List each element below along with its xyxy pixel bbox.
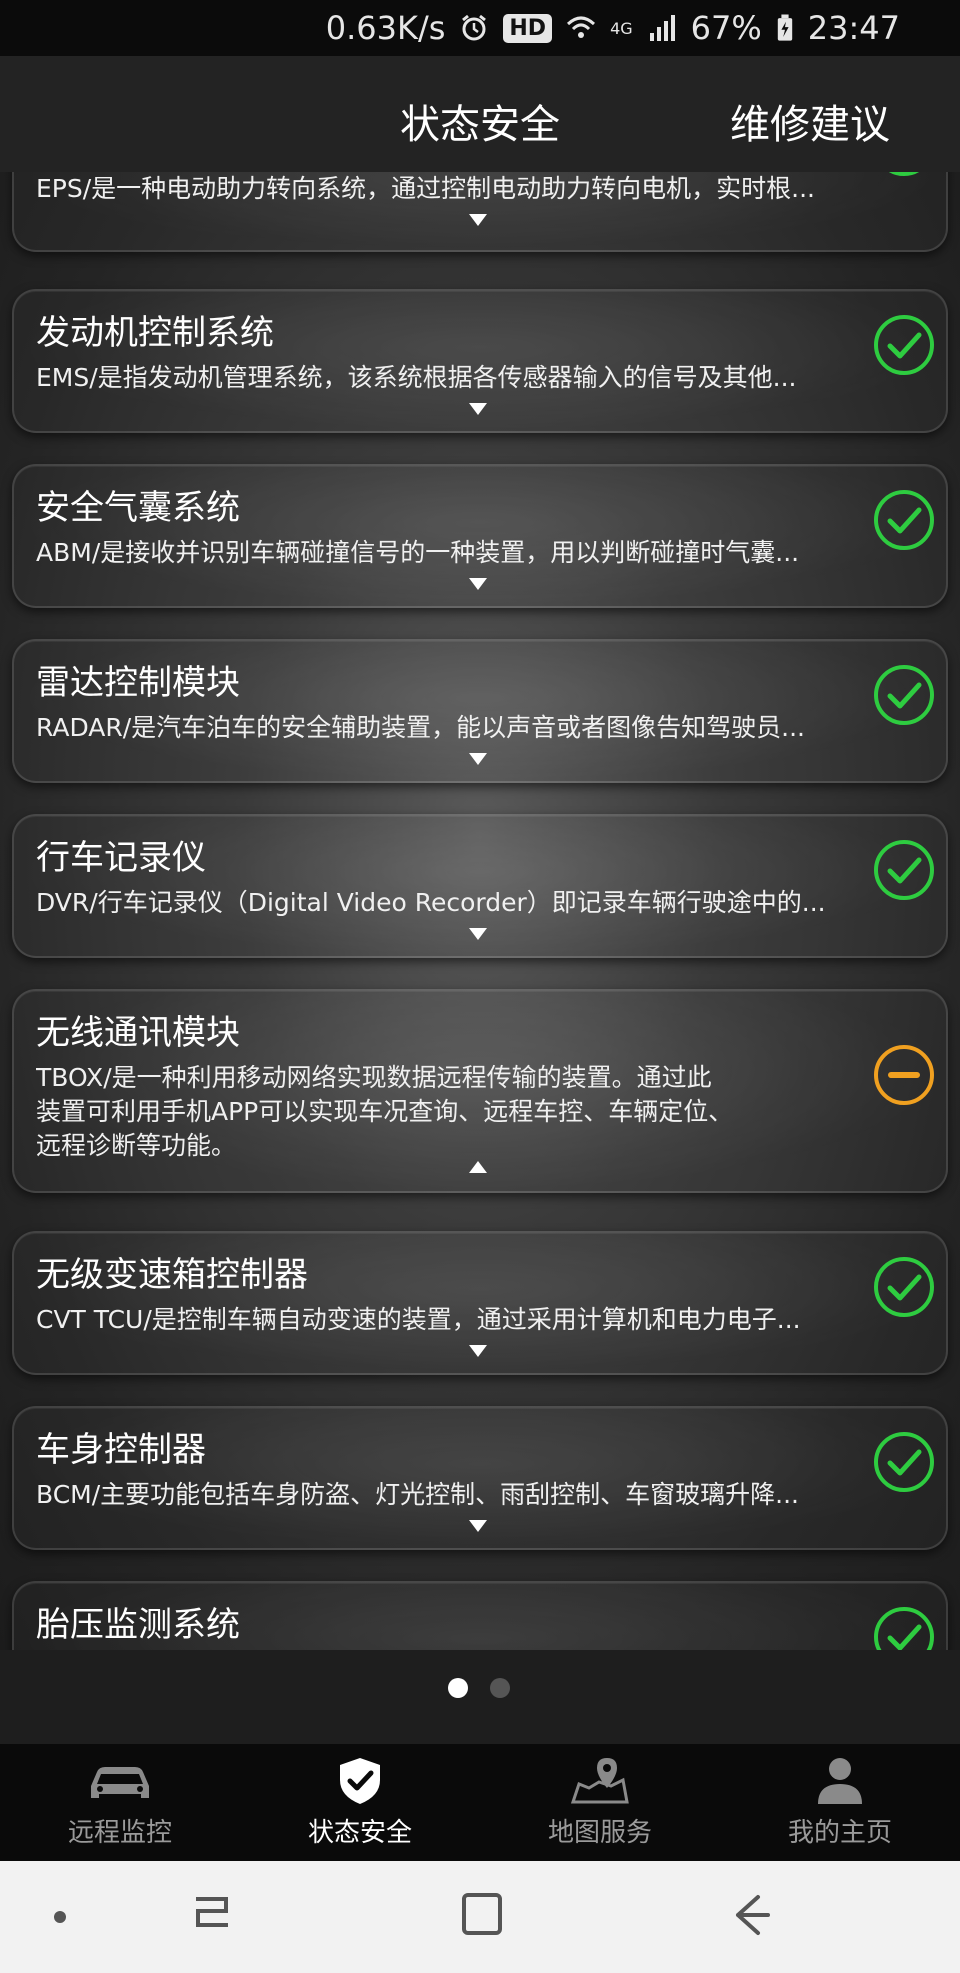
status-card-cvt-tcu[interactable]: 无级变速箱控制器 CVT TCU/是控制车辆自动变速的装置，通过采用计算机和电力… xyxy=(12,1231,948,1375)
clock: 23:47 xyxy=(807,9,900,47)
home-icon[interactable] xyxy=(460,1889,504,1939)
card-title: 雷达控制模块 xyxy=(36,663,240,703)
recent-apps-icon[interactable] xyxy=(190,1889,234,1939)
wifi-icon xyxy=(567,16,596,38)
status-card-dvr[interactable]: 行车记录仪 DVR/行车记录仪（Digital Video Recorder）即… xyxy=(12,814,948,958)
status-card-ems[interactable]: 发动机控制系统 EMS/是指发动机管理系统，该系统根据各传感器输入的信号及其他.… xyxy=(12,289,948,433)
tab-repair-advice[interactable]: 维修建议 xyxy=(730,92,890,150)
card-description: RADAR/是汽车泊车的安全辅助装置，能以声音或者图像告知驾驶员... xyxy=(36,713,806,742)
dot-icon[interactable] xyxy=(52,1909,68,1925)
check-ok-icon xyxy=(889,172,919,176)
check-ok-icon xyxy=(874,1607,934,1650)
alarm-icon xyxy=(462,14,487,41)
card-description: EPS/是一种电动助力转向系统，通过控制电动助力转向电机，实时根... xyxy=(36,174,816,203)
battery-percent: 67% xyxy=(690,9,762,47)
card-description: TBOX/是一种利用移动网络实现数据远程传输的装置。通过此装置可利用手机APP可… xyxy=(36,1063,734,1160)
card-title: 安全气囊系统 xyxy=(36,488,240,528)
person-icon xyxy=(818,1758,862,1804)
battery-icon xyxy=(777,14,792,41)
check-ok-icon xyxy=(874,1432,934,1492)
shield-check-icon xyxy=(340,1758,380,1804)
card-description: EMS/是指发动机管理系统，该系统根据各传感器输入的信号及其他... xyxy=(36,363,797,392)
check-ok-icon xyxy=(874,840,934,900)
check-ok-icon xyxy=(874,1257,934,1317)
check-ok-icon xyxy=(874,315,934,375)
network-type: 4G xyxy=(610,18,633,38)
collapse-arrow-icon[interactable] xyxy=(469,1161,487,1173)
warning-status-icon xyxy=(874,1045,934,1105)
page-indicator xyxy=(448,1678,510,1698)
page-dot-active[interactable] xyxy=(448,1678,468,1698)
car-icon xyxy=(91,1767,149,1798)
status-bar: 0.63K/s HD 4G 67% 23:47 xyxy=(0,0,960,56)
status-card-tbox[interactable]: 无线通讯模块 TBOX/是一种利用移动网络实现数据远程传输的装置。通过此装置可利… xyxy=(12,989,948,1193)
status-card-tpms[interactable]: 胎压监测系统 xyxy=(12,1581,948,1650)
card-description: ABM/是接收并识别车辆碰撞信号的一种装置，用以判断碰撞时气囊... xyxy=(36,538,800,567)
nav-status-safety[interactable]: 状态安全 xyxy=(240,1744,480,1861)
hd-badge: HD xyxy=(503,13,553,43)
nav-map-service[interactable]: 地图服务 xyxy=(480,1744,720,1861)
system-navigation-bar xyxy=(0,1861,960,1973)
status-card-abm[interactable]: 安全气囊系统 ABM/是接收并识别车辆碰撞信号的一种装置，用以判断碰撞时气囊..… xyxy=(12,464,948,608)
nav-label: 远程监控 xyxy=(67,1818,172,1848)
nav-label: 我的主页 xyxy=(787,1818,892,1848)
expand-arrow-icon[interactable] xyxy=(469,214,487,226)
card-title: 行车记录仪 xyxy=(36,838,206,878)
back-icon[interactable] xyxy=(730,1889,774,1939)
network-speed: 0.63K/s xyxy=(325,9,446,47)
card-title: 无级变速箱控制器 xyxy=(36,1255,308,1295)
top-tab-bar: 状态安全 维修建议 xyxy=(0,56,960,172)
card-title: 无线通讯模块 xyxy=(36,1013,240,1053)
status-card-bcm[interactable]: 车身控制器 BCM/主要功能包括车身防盗、灯光控制、雨刮控制、车窗玻璃升降... xyxy=(12,1406,948,1550)
expand-arrow-icon[interactable] xyxy=(469,578,487,590)
status-card-radar[interactable]: 雷达控制模块 RADAR/是汽车泊车的安全辅助装置，能以声音或者图像告知驾驶员.… xyxy=(12,639,948,783)
check-ok-icon xyxy=(874,490,934,550)
map-pin-icon xyxy=(570,1758,629,1804)
nav-label: 地图服务 xyxy=(547,1818,652,1848)
status-card-eps[interactable]: EPS/是一种电动助力转向系统，通过控制电动助力转向电机，实时根... xyxy=(12,172,948,252)
tab-status-safety[interactable]: 状态安全 xyxy=(400,92,560,150)
bottom-navigation: 远程监控 状态安全 地图服务 我的主页 xyxy=(0,1744,960,1861)
check-ok-icon xyxy=(874,665,934,725)
card-title: 胎压监测系统 xyxy=(36,1605,240,1645)
expand-arrow-icon[interactable] xyxy=(469,753,487,765)
nav-label: 状态安全 xyxy=(307,1818,412,1848)
expand-arrow-icon[interactable] xyxy=(469,928,487,940)
card-description: DVR/行车记录仪（Digital Video Recorder）即记录车辆行驶… xyxy=(36,888,826,917)
card-title: 发动机控制系统 xyxy=(36,313,274,353)
expand-arrow-icon[interactable] xyxy=(469,1345,487,1357)
card-description: BCM/主要功能包括车身防盗、灯光控制、雨刮控制、车窗玻璃升降... xyxy=(36,1480,800,1509)
card-title: 车身控制器 xyxy=(36,1430,206,1470)
signal-icon xyxy=(649,15,675,41)
expand-arrow-icon[interactable] xyxy=(469,403,487,415)
card-description: CVT TCU/是控制车辆自动变速的装置，通过采用计算机和电力电子... xyxy=(36,1305,801,1334)
system-status-list[interactable]: EPS/是一种电动助力转向系统，通过控制电动助力转向电机，实时根... 发动机控… xyxy=(0,172,960,1650)
page-dot[interactable] xyxy=(490,1678,510,1698)
nav-remote-monitor[interactable]: 远程监控 xyxy=(0,1744,240,1861)
expand-arrow-icon[interactable] xyxy=(469,1520,487,1532)
nav-my-home[interactable]: 我的主页 xyxy=(720,1744,960,1861)
